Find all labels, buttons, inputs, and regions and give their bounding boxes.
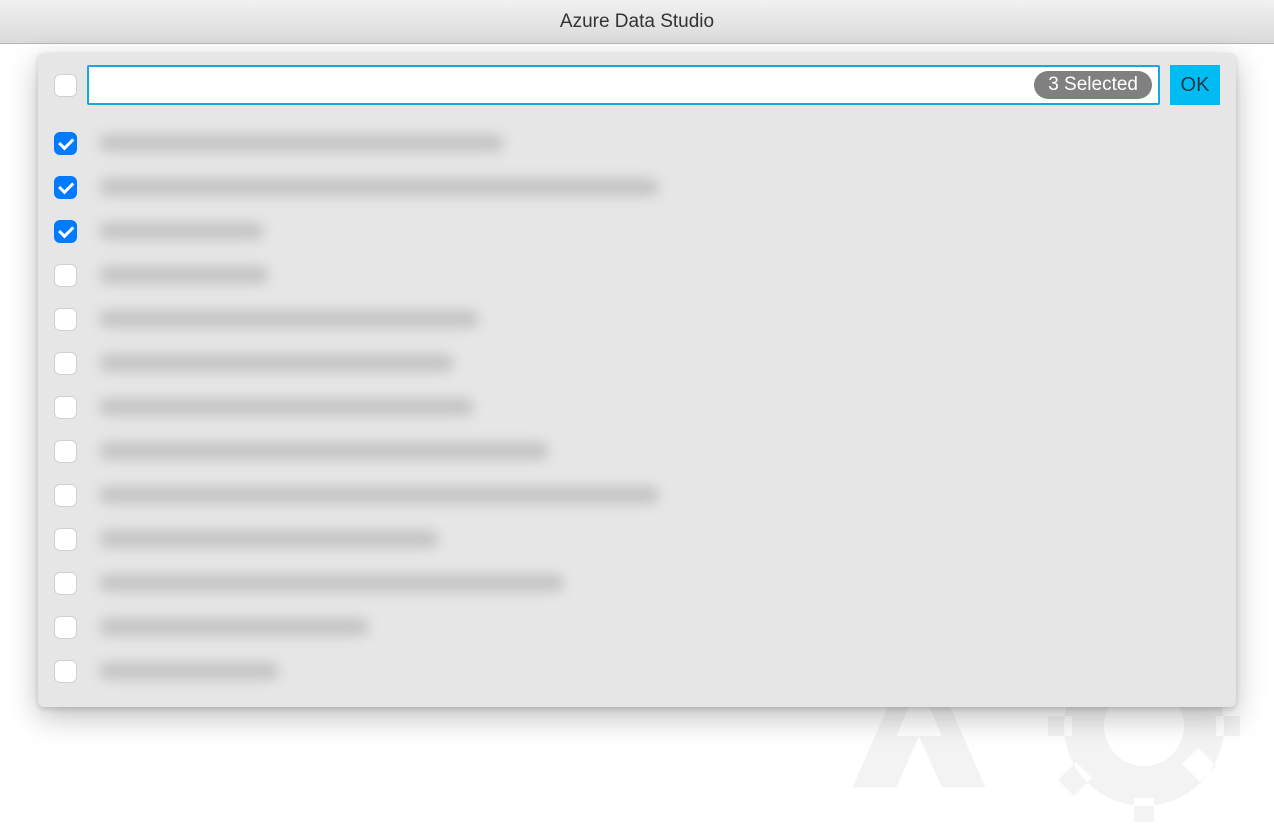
item-checkbox[interactable] (54, 308, 77, 331)
item-checkbox[interactable] (54, 352, 77, 375)
item-label-redacted (99, 354, 454, 372)
list-item[interactable] (54, 385, 1222, 429)
search-field-wrap: 3 Selected (87, 65, 1160, 105)
list-item[interactable] (54, 253, 1222, 297)
item-label-redacted (99, 442, 549, 460)
item-checkbox[interactable] (54, 176, 77, 199)
window-titlebar: Azure Data Studio (0, 0, 1274, 44)
list-item[interactable] (54, 517, 1222, 561)
item-checkbox[interactable] (54, 440, 77, 463)
item-checkbox[interactable] (54, 616, 77, 639)
list-item[interactable] (54, 297, 1222, 341)
item-label-redacted (99, 310, 479, 328)
item-label-redacted (99, 134, 504, 152)
list-item[interactable] (54, 341, 1222, 385)
item-checkbox[interactable] (54, 484, 77, 507)
item-label-redacted (99, 618, 369, 636)
list-item[interactable] (54, 473, 1222, 517)
quickpick-list (52, 121, 1222, 693)
item-label-redacted (99, 530, 439, 548)
item-label-redacted (99, 486, 659, 504)
item-label-redacted (99, 178, 659, 196)
item-checkbox[interactable] (54, 220, 77, 243)
item-label-redacted (99, 222, 264, 240)
list-item[interactable] (54, 121, 1222, 165)
item-label-redacted (99, 574, 564, 592)
quickpick-header: 3 Selected OK (54, 65, 1220, 105)
select-all-checkbox[interactable] (54, 74, 77, 97)
selected-count-badge: 3 Selected (1034, 71, 1152, 99)
item-checkbox[interactable] (54, 396, 77, 419)
window-title: Azure Data Studio (560, 11, 714, 33)
item-label-redacted (99, 398, 474, 416)
quickpick-dialog: 3 Selected OK (38, 53, 1236, 707)
item-checkbox[interactable] (54, 572, 77, 595)
item-label-redacted (99, 266, 269, 284)
list-item[interactable] (54, 165, 1222, 209)
list-item[interactable] (54, 429, 1222, 473)
list-item[interactable] (54, 649, 1222, 693)
list-item[interactable] (54, 209, 1222, 253)
item-label-redacted (99, 662, 279, 680)
search-input[interactable] (99, 75, 1034, 96)
list-item[interactable] (54, 561, 1222, 605)
item-checkbox[interactable] (54, 132, 77, 155)
item-checkbox[interactable] (54, 264, 77, 287)
item-checkbox[interactable] (54, 660, 77, 683)
ok-button[interactable]: OK (1170, 65, 1220, 105)
list-item[interactable] (54, 605, 1222, 649)
item-checkbox[interactable] (54, 528, 77, 551)
